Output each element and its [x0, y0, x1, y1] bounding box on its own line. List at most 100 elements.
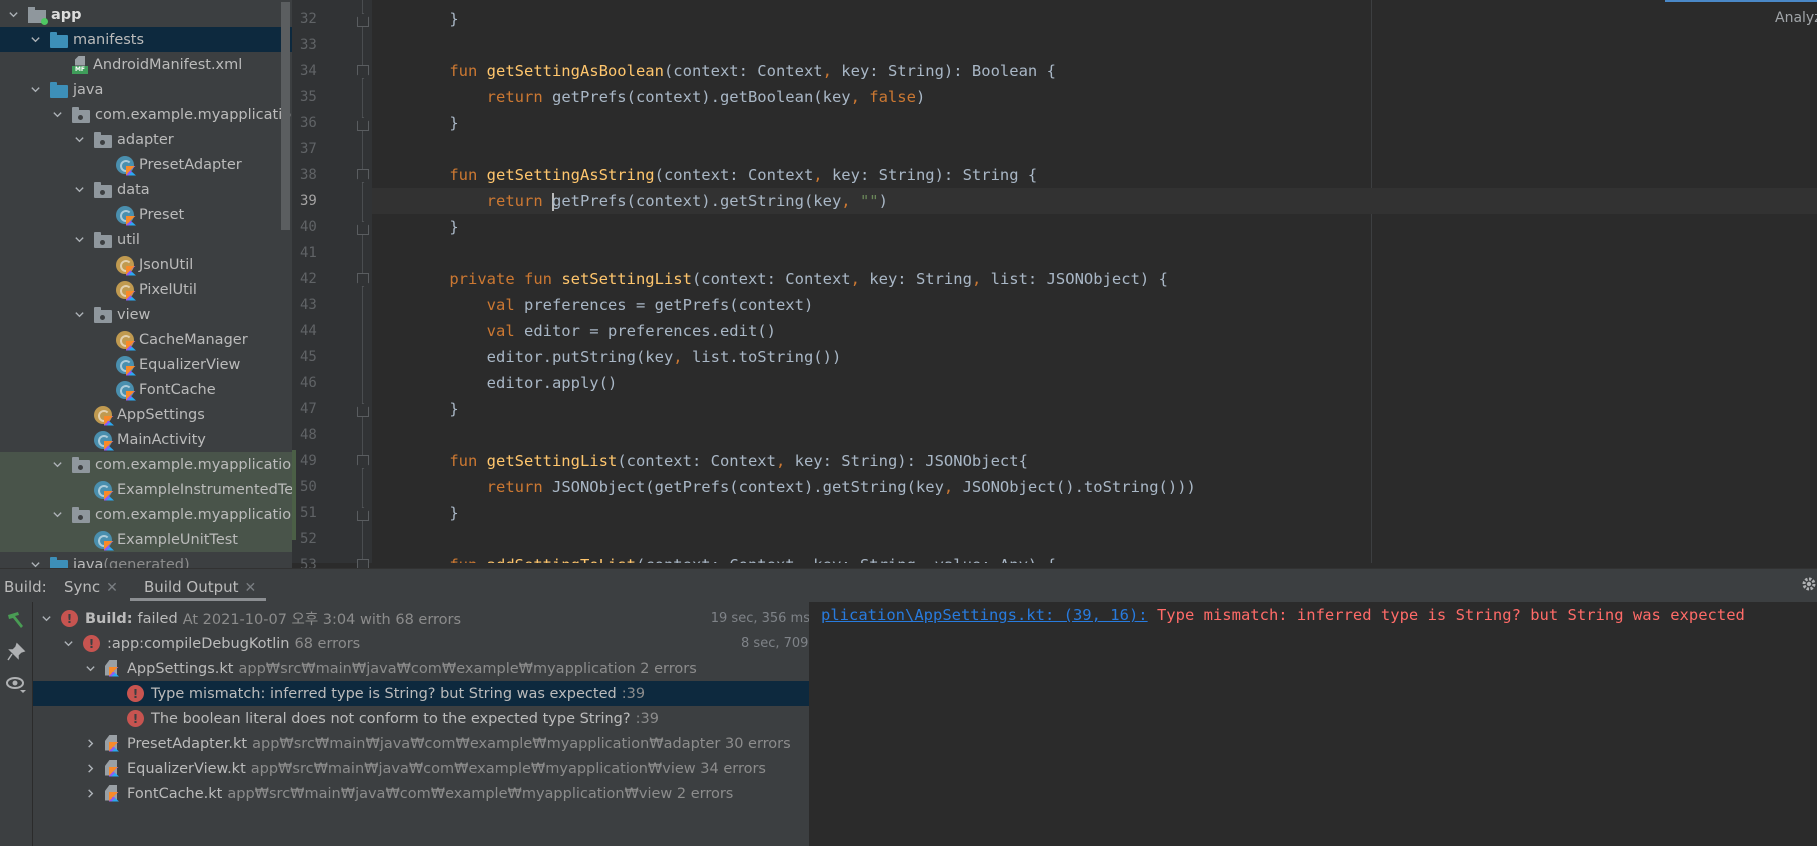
tree-item[interactable]: JsonUtil: [0, 252, 292, 277]
code-line[interactable]: val preferences = getPrefs(context): [372, 292, 1817, 318]
build-output-tree: ! Build: failed At 2021-10-07 오후 3:04 with …: [33, 602, 881, 846]
tree-item[interactable]: data: [0, 177, 292, 202]
chevron-down-icon[interactable]: [50, 458, 64, 472]
chevron-down-icon[interactable]: [28, 33, 42, 47]
kotlin-class-icon: [94, 530, 112, 549]
project-tree-scrollbar[interactable]: [281, 2, 290, 230]
build-tree-row[interactable]: ! Build: failed At 2021-10-07 오후 3:04 with …: [33, 606, 815, 631]
tree-item[interactable]: app: [0, 2, 292, 27]
code-line[interactable]: }: [372, 110, 1817, 136]
chevron-down-icon[interactable]: [50, 508, 64, 522]
gear-icon[interactable]: [1801, 576, 1817, 592]
tree-item[interactable]: EqualizerView: [0, 352, 292, 377]
tree-item[interactable]: PresetAdapter: [0, 152, 292, 177]
build-console[interactable]: plication\AppSettings.kt: (39, 16): Type…: [809, 602, 1817, 846]
eye-icon[interactable]: [6, 674, 26, 694]
code-line[interactable]: fun getSettingAsString(context: Context,…: [372, 162, 1817, 188]
tree-item[interactable]: util: [0, 227, 292, 252]
chevron-down-icon[interactable]: [50, 108, 64, 122]
code-line[interactable]: [372, 240, 1817, 266]
tree-item[interactable]: PixelUtil: [0, 277, 292, 302]
folder-icon: [50, 31, 68, 48]
tree-item[interactable]: MainActivity: [0, 427, 292, 452]
build-tree-row[interactable]: !:app:compileDebugKotlin 68 errors 8 sec, …: [33, 631, 837, 656]
build-tree-row[interactable]: AppSettings.kt app₩src₩main₩java₩com₩exam…: [33, 656, 859, 681]
package-icon: [94, 231, 112, 248]
kotlin-class-icon: [116, 205, 134, 224]
line-number: 51: [300, 505, 317, 521]
kotlin-object-icon: [116, 330, 134, 349]
code-token: ,: [822, 62, 842, 80]
code-line[interactable]: editor.apply(): [372, 370, 1817, 396]
chevron-down-icon[interactable]: [39, 612, 53, 626]
close-icon[interactable]: ✕: [245, 580, 257, 596]
tab-build-output[interactable]: Build Output ✕: [144, 578, 256, 596]
code-line[interactable]: private fun setSettingList(context: Cont…: [372, 266, 1817, 292]
build-row-detail: At 2021-10-07 오후 3:04 with 68 errors: [182, 612, 462, 628]
chevron-right-icon[interactable]: [83, 762, 97, 776]
chevron-down-icon[interactable]: [72, 233, 86, 247]
chevron-down-icon[interactable]: [28, 83, 42, 97]
code-line[interactable]: }: [372, 6, 1817, 32]
code-line[interactable]: fun getSettingList(context: Context, key…: [372, 448, 1817, 474]
code-line[interactable]: return getPrefs(context).getString(key, …: [372, 188, 1817, 214]
code-line[interactable]: [372, 422, 1817, 448]
code-editor[interactable]: } fun getSettingAsBoolean(context: Conte…: [372, 0, 1817, 563]
analyze-label[interactable]: Analyz: [1775, 10, 1817, 26]
code-line[interactable]: }: [372, 500, 1817, 526]
code-token: getSettingAsString: [486, 166, 655, 184]
build-tree-row[interactable]: PresetAdapter.kt app₩src₩main₩java₩com₩ex…: [33, 731, 859, 756]
code-line[interactable]: return JSONObject(getPrefs(context).getS…: [372, 474, 1817, 500]
build-tree-row[interactable]: ! Type mismatch: inferred type is String?…: [33, 681, 881, 706]
code-line[interactable]: }: [372, 396, 1817, 422]
hammer-icon[interactable]: [6, 610, 26, 630]
code-line[interactable]: return getPrefs(context).getBoolean(key,…: [372, 84, 1817, 110]
code-line[interactable]: fun getSettingAsBoolean(context: Context…: [372, 58, 1817, 84]
chevron-down-icon[interactable]: [61, 637, 75, 651]
build-tree-row[interactable]: EqualizerView.kt app₩src₩main₩java₩com₩ex…: [33, 756, 859, 781]
tree-item[interactable]: FontCache: [0, 377, 292, 402]
code-line[interactable]: [372, 32, 1817, 58]
tree-item[interactable]: com.example.myapplication: [0, 102, 292, 127]
tree-item[interactable]: ExampleInstrumentedTest: [0, 477, 292, 502]
chevron-down-icon[interactable]: [83, 662, 97, 676]
tree-item[interactable]: com.example.myapplication (: [0, 502, 292, 527]
chevron-down-icon[interactable]: [6, 8, 20, 22]
code-token: addSettingToList: [487, 556, 636, 563]
chevron-down-icon[interactable]: [72, 183, 86, 197]
source-location-link[interactable]: plication\AppSettings.kt: (39, 16):: [821, 606, 1148, 624]
tree-item[interactable]: CacheManager: [0, 327, 292, 352]
code-line[interactable]: fun addSettingToList(context: Context, k…: [372, 552, 1817, 563]
pin-icon[interactable]: [6, 642, 26, 662]
tree-item[interactable]: AndroidManifest.xml: [0, 52, 292, 77]
chevron-right-icon[interactable]: [83, 787, 97, 801]
tree-item[interactable]: manifests: [0, 27, 292, 52]
code-line[interactable]: val editor = preferences.edit(): [372, 318, 1817, 344]
line-number: 39: [300, 193, 317, 209]
tree-item[interactable]: java: [0, 77, 292, 102]
code-line[interactable]: [372, 526, 1817, 552]
tab-sync[interactable]: Sync ✕: [64, 578, 118, 596]
chevron-right-icon[interactable]: [83, 737, 97, 751]
code-token: setSettingList: [561, 270, 692, 288]
code-line[interactable]: editor.putString(key, list.toString()): [372, 344, 1817, 370]
tree-item-label: EqualizerView: [139, 356, 241, 373]
close-icon[interactable]: ✕: [106, 580, 118, 596]
code-line[interactable]: [372, 136, 1817, 162]
tree-item[interactable]: view: [0, 302, 292, 327]
tree-item[interactable]: adapter: [0, 127, 292, 152]
chevron-down-icon[interactable]: [72, 308, 86, 322]
build-tree-row[interactable]: FontCache.kt app₩src₩main₩java₩com₩exampl…: [33, 781, 859, 806]
tree-item[interactable]: Preset: [0, 202, 292, 227]
chevron-down-icon[interactable]: [72, 133, 86, 147]
code-line[interactable]: }: [372, 214, 1817, 240]
tree-item[interactable]: com.example.myapplication (: [0, 452, 292, 477]
tree-item[interactable]: AppSettings: [0, 402, 292, 427]
code-token: (context: Context: [617, 452, 776, 470]
line-number: 46: [300, 375, 317, 391]
code-token: ): [915, 88, 926, 106]
line-number: 42: [300, 271, 317, 287]
code-token: key: String: [869, 270, 972, 288]
tree-item[interactable]: ExampleUnitTest: [0, 527, 292, 552]
build-tree-row[interactable]: ! The boolean literal does not conform to…: [33, 706, 881, 731]
